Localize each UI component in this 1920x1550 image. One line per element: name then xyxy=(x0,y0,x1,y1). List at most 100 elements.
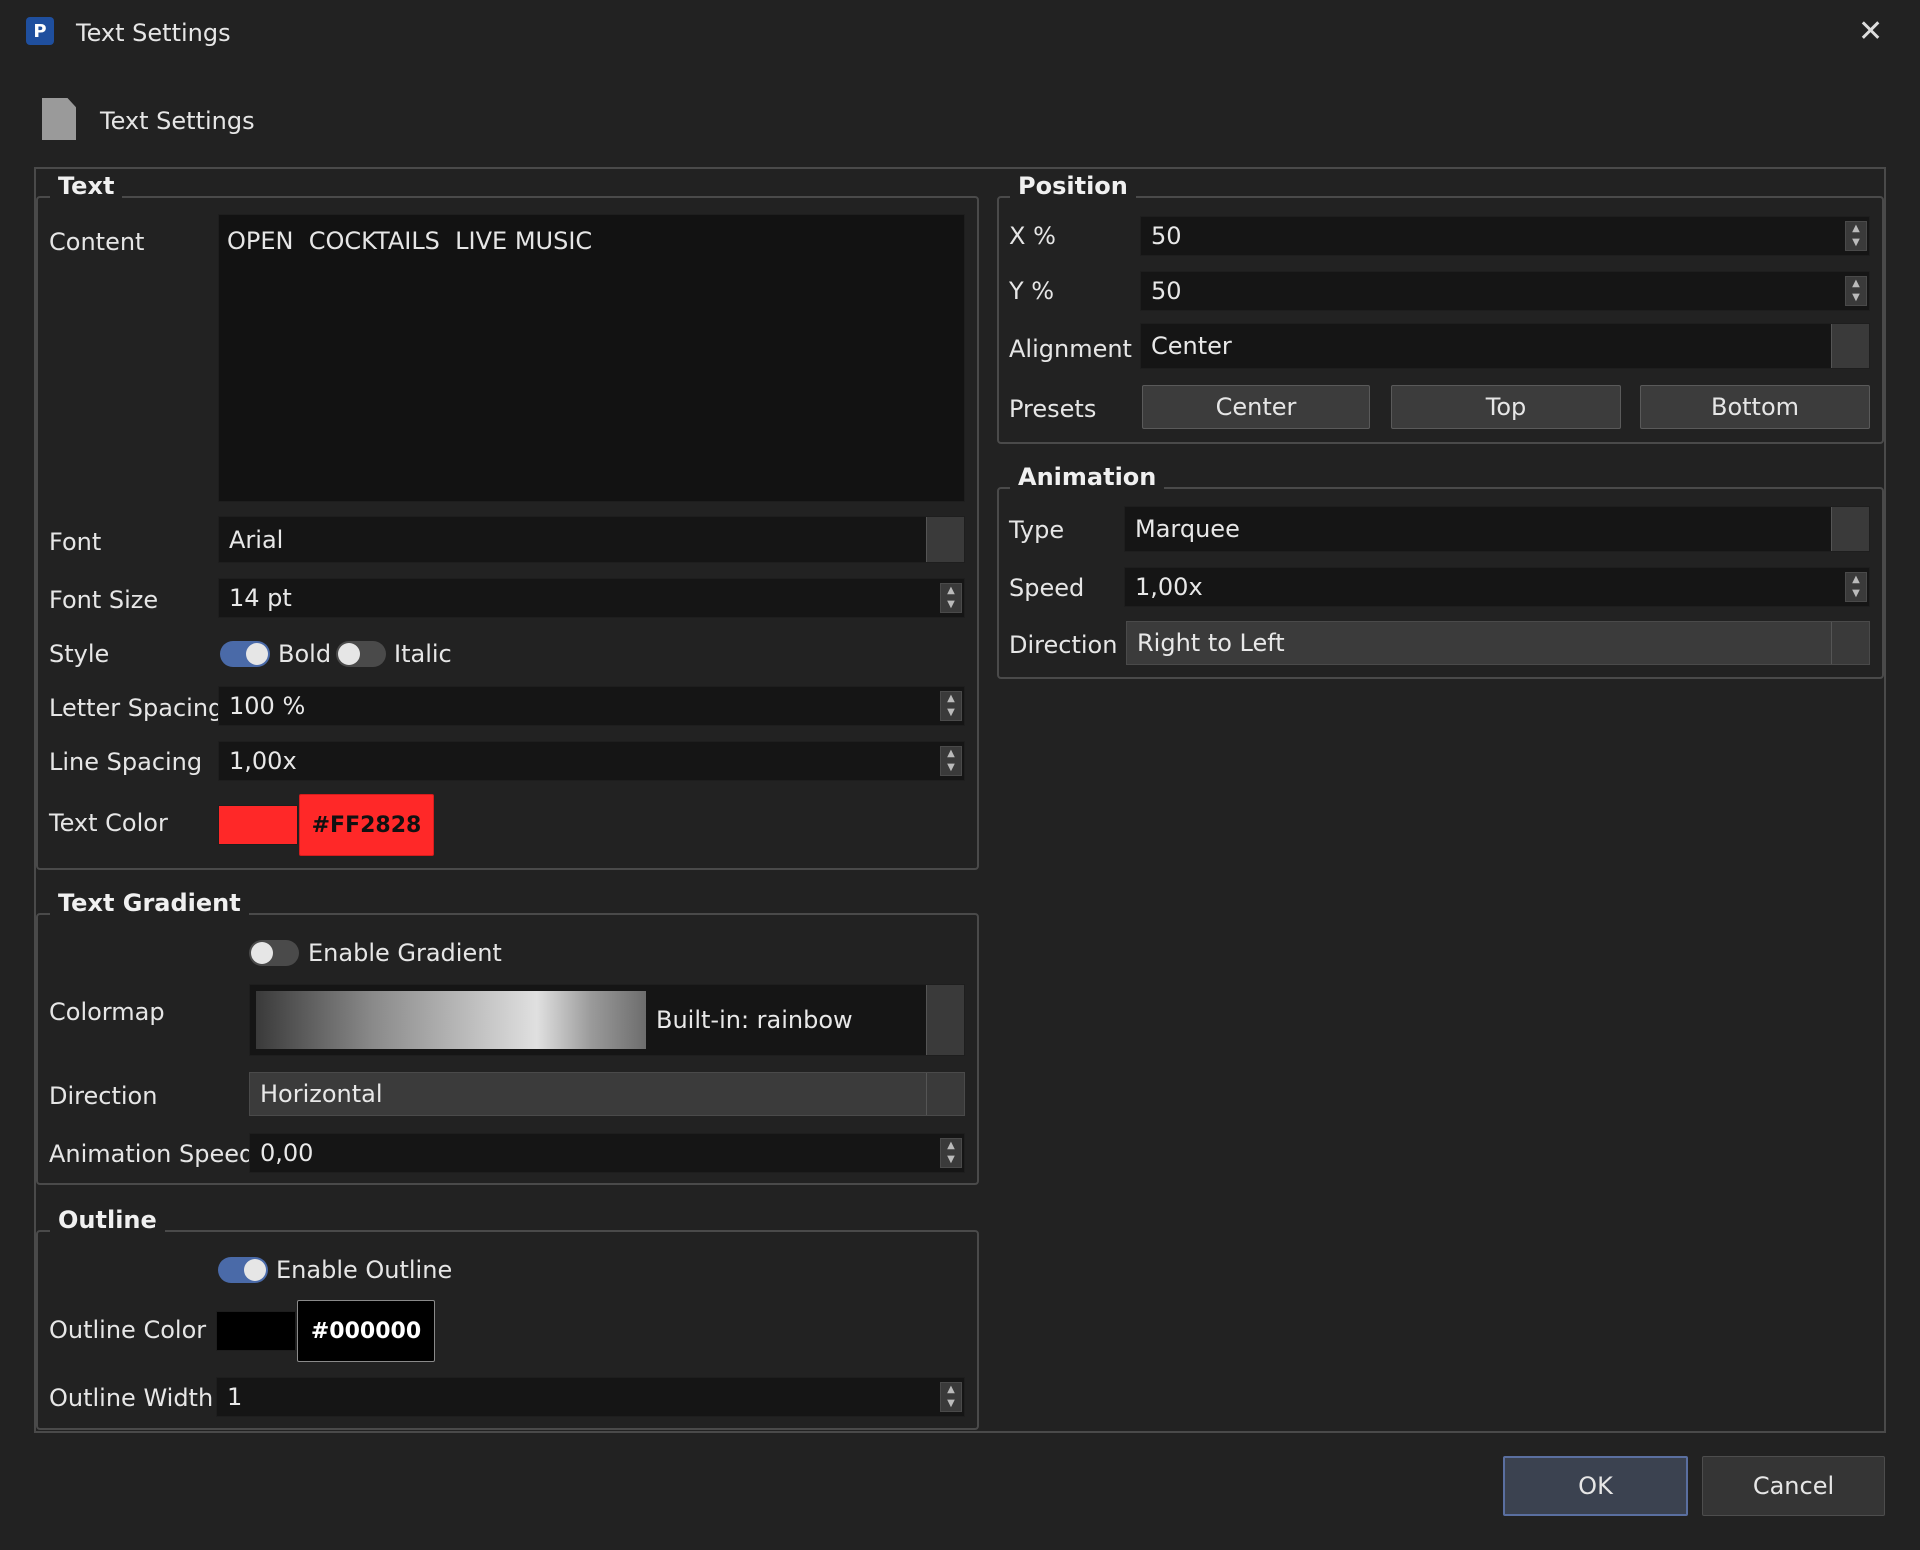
animation-speed2-value: 1,00x xyxy=(1135,573,1203,601)
animation-speed-label: Animation Speed xyxy=(49,1140,255,1168)
content-text: OPEN COCKTAILS LIVE MUSIC xyxy=(227,227,593,255)
down-arrow-icon[interactable]: ▼ xyxy=(947,600,955,610)
font-size-spin-arrows[interactable]: ▲ ▼ xyxy=(940,583,962,613)
up-arrow-icon[interactable]: ▲ xyxy=(947,694,955,704)
colormap-combobox[interactable]: Built-in: rainbow xyxy=(249,984,965,1056)
content-textarea[interactable]: OPEN COCKTAILS LIVE MUSIC xyxy=(218,214,965,502)
font-dropdown-button[interactable] xyxy=(926,517,964,562)
x-percent-spin-arrows[interactable]: ▲ ▼ xyxy=(1845,221,1867,251)
letter-spacing-value: 100 % xyxy=(229,692,306,720)
font-label: Font xyxy=(49,528,102,556)
preset-top-label: Top xyxy=(1485,393,1527,421)
colormap-preview xyxy=(256,991,646,1049)
line-spacing-value: 1,00x xyxy=(229,747,297,775)
animation-speed-value: 0,00 xyxy=(260,1139,314,1167)
ok-button[interactable]: OK xyxy=(1503,1456,1688,1516)
x-percent-label: X % xyxy=(1009,222,1056,250)
down-arrow-icon[interactable]: ▼ xyxy=(947,1155,955,1165)
outline-group-title: Outline xyxy=(50,1208,165,1232)
animation-speed-spinbox[interactable]: 0,00 ▲ ▼ xyxy=(249,1133,965,1173)
animation-direction-dropdown-button[interactable] xyxy=(1831,622,1869,664)
font-size-value: 14 pt xyxy=(229,584,292,612)
animation-type-combobox[interactable]: Marquee xyxy=(1124,506,1870,552)
preset-top-button[interactable]: Top xyxy=(1391,385,1621,429)
style-label: Style xyxy=(49,640,110,668)
down-arrow-icon[interactable]: ▼ xyxy=(947,1399,955,1409)
alignment-dropdown-button[interactable] xyxy=(1831,324,1869,368)
ok-label: OK xyxy=(1578,1472,1613,1500)
animation-speed2-label: Speed xyxy=(1009,574,1085,602)
position-group-title: Position xyxy=(1010,174,1136,198)
cancel-label: Cancel xyxy=(1752,1472,1835,1500)
italic-toggle[interactable] xyxy=(336,641,386,667)
animation-type-label: Type xyxy=(1009,516,1065,544)
font-size-spinbox[interactable]: 14 pt ▲ ▼ xyxy=(218,578,965,618)
preset-center-button[interactable]: Center xyxy=(1142,385,1370,429)
animation-speed-spin-arrows[interactable]: ▲ ▼ xyxy=(940,1138,962,1168)
presets-label: Presets xyxy=(1009,395,1097,423)
text-color-button[interactable]: #FF2828 xyxy=(299,794,434,856)
line-spacing-spinbox[interactable]: 1,00x ▲ ▼ xyxy=(218,741,965,781)
y-percent-spinbox[interactable]: 50 ▲ ▼ xyxy=(1140,271,1870,311)
animation-direction-label: Direction xyxy=(1009,631,1118,659)
outline-width-spinbox[interactable]: 1 ▲ ▼ xyxy=(216,1377,965,1417)
italic-label: Italic xyxy=(394,640,452,668)
animation-direction-combobox[interactable]: Right to Left xyxy=(1126,621,1870,665)
gradient-direction-label: Direction xyxy=(49,1082,158,1110)
down-arrow-icon[interactable]: ▼ xyxy=(1852,293,1860,303)
cancel-button[interactable]: Cancel xyxy=(1702,1456,1885,1516)
line-spacing-spin-arrows[interactable]: ▲ ▼ xyxy=(940,746,962,776)
document-icon xyxy=(42,98,76,140)
up-arrow-icon[interactable]: ▲ xyxy=(1852,224,1860,234)
outline-width-spin-arrows[interactable]: ▲ ▼ xyxy=(940,1382,962,1412)
app-icon: P xyxy=(26,17,54,45)
gradient-direction-dropdown-button[interactable] xyxy=(926,1073,964,1115)
enable-gradient-label: Enable Gradient xyxy=(308,939,502,967)
x-percent-spinbox[interactable]: 50 ▲ ▼ xyxy=(1140,216,1870,256)
up-arrow-icon[interactable]: ▲ xyxy=(1852,575,1860,585)
enable-gradient-toggle[interactable] xyxy=(249,940,299,966)
colormap-dropdown-button[interactable] xyxy=(926,985,964,1055)
bold-toggle[interactable] xyxy=(220,641,270,667)
down-arrow-icon[interactable]: ▼ xyxy=(947,708,955,718)
up-arrow-icon[interactable]: ▲ xyxy=(947,586,955,596)
down-arrow-icon[interactable]: ▼ xyxy=(947,763,955,773)
outline-width-label: Outline Width xyxy=(49,1384,214,1412)
title-bar: P Text Settings ✕ xyxy=(0,0,1920,64)
font-combobox[interactable]: Arial xyxy=(218,516,965,563)
outline-color-button[interactable]: #000000 xyxy=(297,1300,435,1362)
enable-outline-toggle[interactable] xyxy=(218,1257,268,1283)
bold-label: Bold xyxy=(278,640,332,668)
close-icon[interactable]: ✕ xyxy=(1858,17,1883,47)
animation-type-value: Marquee xyxy=(1135,515,1240,543)
letter-spacing-label: Letter Spacing xyxy=(49,694,224,722)
letter-spacing-spin-arrows[interactable]: ▲ ▼ xyxy=(940,691,962,721)
colormap-label: Colormap xyxy=(49,998,165,1026)
up-arrow-icon[interactable]: ▲ xyxy=(1852,279,1860,289)
preset-bottom-button[interactable]: Bottom xyxy=(1640,385,1870,429)
down-arrow-icon[interactable]: ▼ xyxy=(1852,589,1860,599)
up-arrow-icon[interactable]: ▲ xyxy=(947,1385,955,1395)
y-percent-value: 50 xyxy=(1151,277,1182,305)
alignment-value: Center xyxy=(1151,332,1232,360)
up-arrow-icon[interactable]: ▲ xyxy=(947,749,955,759)
outline-color-swatch[interactable] xyxy=(216,1311,296,1351)
y-percent-spin-arrows[interactable]: ▲ ▼ xyxy=(1845,276,1867,306)
letter-spacing-spinbox[interactable]: 100 % ▲ ▼ xyxy=(218,686,965,726)
colormap-value: Built-in: rainbow xyxy=(656,1006,853,1034)
enable-outline-label: Enable Outline xyxy=(276,1256,453,1284)
font-value: Arial xyxy=(229,525,284,554)
animation-speed2-spin-arrows[interactable]: ▲ ▼ xyxy=(1845,572,1867,602)
up-arrow-icon[interactable]: ▲ xyxy=(947,1141,955,1151)
animation-type-dropdown-button[interactable] xyxy=(1831,507,1869,551)
text-color-swatch[interactable] xyxy=(218,805,298,845)
gradient-direction-combobox[interactable]: Horizontal xyxy=(249,1072,965,1116)
header-title: Text Settings xyxy=(100,107,255,135)
preset-center-label: Center xyxy=(1215,393,1297,421)
line-spacing-label: Line Spacing xyxy=(49,748,203,776)
alignment-combobox[interactable]: Center xyxy=(1140,323,1870,369)
animation-speed2-spinbox[interactable]: 1,00x ▲ ▼ xyxy=(1124,567,1870,607)
preset-bottom-label: Bottom xyxy=(1710,393,1800,421)
alignment-label: Alignment xyxy=(1009,335,1132,363)
down-arrow-icon[interactable]: ▼ xyxy=(1852,238,1860,248)
